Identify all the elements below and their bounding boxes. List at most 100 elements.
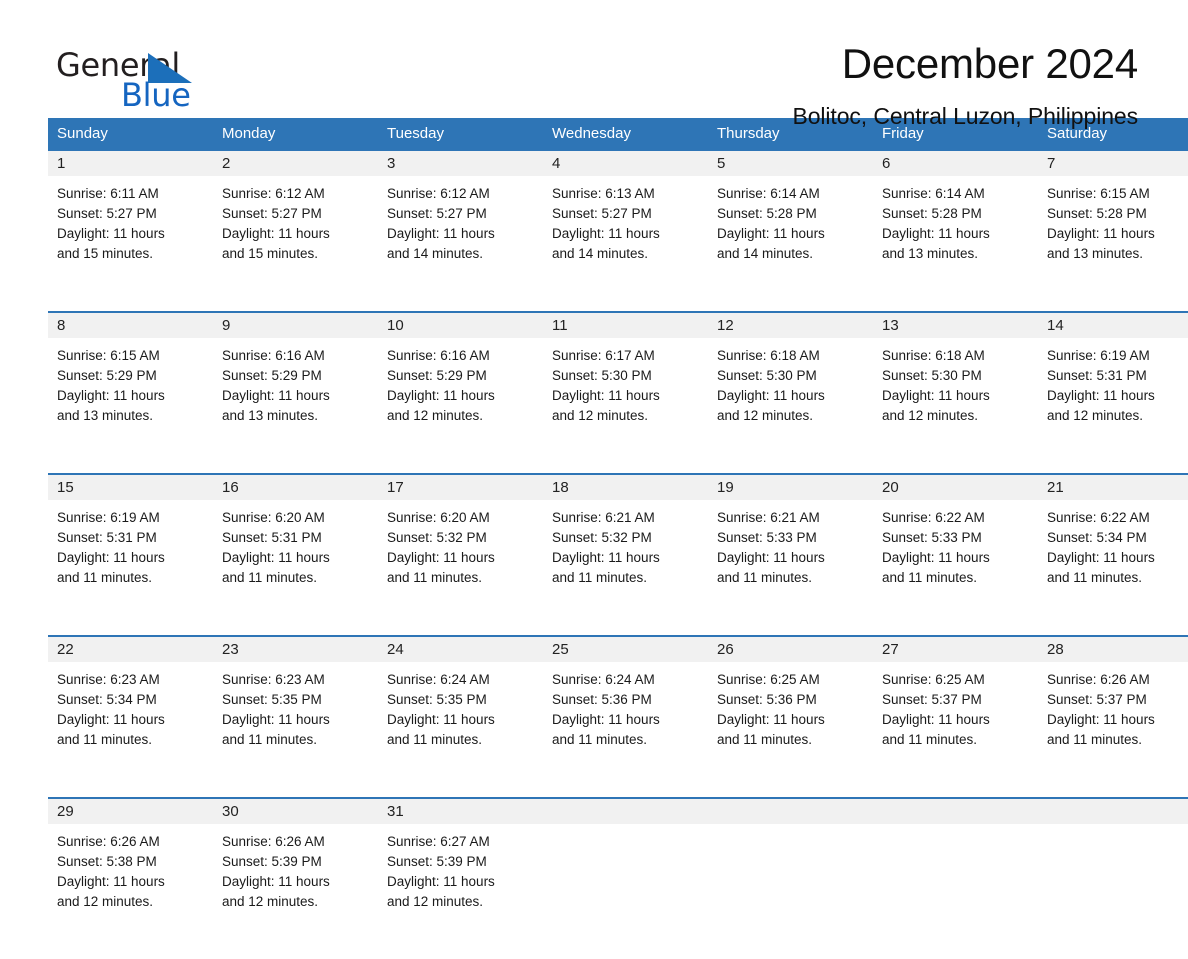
day-cell[interactable]: Sunrise: 6:19 AM Sunset: 5:31 PM Daylight:… [48, 500, 213, 636]
day-number-cell[interactable]: 12 [708, 311, 873, 338]
day-number-cell[interactable]: 2 [213, 151, 378, 176]
day-number-cell[interactable]: 6 [873, 151, 1038, 176]
daylight-text-line1: Daylight: 11 hours [57, 388, 165, 403]
day-number-cell[interactable]: 11 [543, 311, 708, 338]
daylight-text-line2: and 12 minutes. [552, 408, 649, 423]
day-cell[interactable]: Sunrise: 6:21 AM Sunset: 5:32 PM Daylight:… [543, 500, 708, 636]
day-number-cell[interactable]: 31 [378, 797, 543, 824]
day-cell[interactable]: Sunrise: 6:19 AM Sunset: 5:31 PM Daylight:… [1038, 338, 1188, 474]
sunset-text: Sunset: 5:34 PM [1047, 530, 1147, 545]
day-cell[interactable]: Sunrise: 6:18 AM Sunset: 5:30 PM Daylight:… [873, 338, 1038, 474]
day-number-cell[interactable]: 25 [543, 635, 708, 662]
empty-day-number-cell [873, 797, 1038, 824]
week-daynumber-row: 8 9 10 11 12 13 14 [48, 311, 1188, 338]
day-number-cell[interactable]: 17 [378, 473, 543, 500]
sunset-text: Sunset: 5:29 PM [387, 368, 487, 383]
day-number-cell[interactable]: 8 [48, 311, 213, 338]
day-number: 25 [552, 641, 569, 658]
day-cell[interactable]: Sunrise: 6:24 AM Sunset: 5:36 PM Daylight:… [543, 662, 708, 798]
daylight-text-line1: Daylight: 11 hours [882, 712, 990, 727]
day-cell[interactable]: Sunrise: 6:22 AM Sunset: 5:34 PM Daylight:… [1038, 500, 1188, 636]
day-number-cell[interactable]: 18 [543, 473, 708, 500]
day-number-cell[interactable]: 24 [378, 635, 543, 662]
day-number-cell[interactable]: 29 [48, 797, 213, 824]
day-number-cell[interactable]: 20 [873, 473, 1038, 500]
daylight-text-line2: and 11 minutes. [552, 570, 648, 585]
daylight-text-line1: Daylight: 11 hours [387, 550, 495, 565]
day-cell[interactable]: Sunrise: 6:13 AM Sunset: 5:27 PM Daylight:… [543, 176, 708, 312]
daylight-text-line2: and 11 minutes. [222, 732, 318, 747]
day-cell[interactable]: Sunrise: 6:16 AM Sunset: 5:29 PM Daylight:… [378, 338, 543, 474]
daylight-text-line1: Daylight: 11 hours [717, 226, 825, 241]
daylight-text-line1: Daylight: 11 hours [387, 712, 495, 727]
day-number-cell[interactable]: 10 [378, 311, 543, 338]
day-cell[interactable]: Sunrise: 6:12 AM Sunset: 5:27 PM Daylight:… [378, 176, 543, 312]
day-details: Sunrise: 6:12 AM Sunset: 5:27 PM Daylight:… [378, 176, 543, 264]
daylight-text-line1: Daylight: 11 hours [222, 712, 330, 727]
sunrise-text: Sunrise: 6:23 AM [57, 672, 160, 687]
day-cell[interactable]: Sunrise: 6:25 AM Sunset: 5:37 PM Daylight:… [873, 662, 1038, 798]
day-cell[interactable]: Sunrise: 6:24 AM Sunset: 5:35 PM Daylight:… [378, 662, 543, 798]
empty-day-number-cell [543, 797, 708, 824]
daylight-text-line2: and 14 minutes. [387, 246, 484, 261]
day-details: Sunrise: 6:25 AM Sunset: 5:37 PM Daylight:… [873, 662, 1038, 750]
day-number-cell[interactable]: 28 [1038, 635, 1188, 662]
sunrise-text: Sunrise: 6:20 AM [387, 510, 490, 525]
day-details: Sunrise: 6:22 AM Sunset: 5:34 PM Daylight:… [1038, 500, 1188, 588]
day-number-cell[interactable]: 22 [48, 635, 213, 662]
day-details: Sunrise: 6:26 AM Sunset: 5:39 PM Daylight:… [213, 824, 378, 912]
day-number: 11 [552, 317, 568, 334]
day-number-cell[interactable]: 3 [378, 151, 543, 176]
day-number-cell[interactable]: 14 [1038, 311, 1188, 338]
daylight-text-line1: Daylight: 11 hours [552, 226, 660, 241]
day-number-cell[interactable]: 13 [873, 311, 1038, 338]
day-cell[interactable]: Sunrise: 6:20 AM Sunset: 5:32 PM Daylight:… [378, 500, 543, 636]
day-cell[interactable]: Sunrise: 6:27 AM Sunset: 5:39 PM Daylight:… [378, 824, 543, 959]
day-number-cell[interactable]: 19 [708, 473, 873, 500]
day-number: 4 [552, 155, 561, 172]
day-cell[interactable]: Sunrise: 6:14 AM Sunset: 5:28 PM Daylight:… [708, 176, 873, 312]
day-cell[interactable]: Sunrise: 6:20 AM Sunset: 5:31 PM Daylight:… [213, 500, 378, 636]
day-number-cell[interactable]: 4 [543, 151, 708, 176]
calendar-body: 1 2 3 4 5 6 7 Sunrise: 6:11 AM Sunset: 5:27 PM Da… [48, 151, 1188, 959]
daylight-text-line2: and 11 minutes. [717, 570, 813, 585]
day-cell[interactable]: Sunrise: 6:12 AM Sunset: 5:27 PM Daylight:… [213, 176, 378, 312]
day-number-cell[interactable]: 1 [48, 151, 213, 176]
day-number-cell[interactable]: 5 [708, 151, 873, 176]
day-cell[interactable]: Sunrise: 6:15 AM Sunset: 5:28 PM Daylight:… [1038, 176, 1188, 312]
daylight-text-line2: and 13 minutes. [57, 408, 154, 423]
sunset-text: Sunset: 5:28 PM [717, 206, 817, 221]
day-number-cell[interactable]: 7 [1038, 151, 1188, 176]
day-number-cell[interactable]: 15 [48, 473, 213, 500]
day-cell[interactable]: Sunrise: 6:21 AM Sunset: 5:33 PM Daylight:… [708, 500, 873, 636]
day-number-cell[interactable]: 30 [213, 797, 378, 824]
day-number: 18 [552, 479, 569, 496]
day-cell[interactable]: Sunrise: 6:26 AM Sunset: 5:37 PM Daylight:… [1038, 662, 1188, 798]
day-cell[interactable]: Sunrise: 6:26 AM Sunset: 5:38 PM Daylight:… [48, 824, 213, 959]
page-header: General Blue December 2024 Bolitoc, Cent… [48, 0, 1140, 129]
day-number-cell[interactable]: 26 [708, 635, 873, 662]
day-cell[interactable]: Sunrise: 6:23 AM Sunset: 5:34 PM Daylight:… [48, 662, 213, 798]
day-cell[interactable]: Sunrise: 6:16 AM Sunset: 5:29 PM Daylight:… [213, 338, 378, 474]
day-number: 12 [717, 317, 734, 334]
day-cell[interactable]: Sunrise: 6:26 AM Sunset: 5:39 PM Daylight:… [213, 824, 378, 959]
daylight-text-line1: Daylight: 11 hours [552, 712, 660, 727]
day-cell[interactable]: Sunrise: 6:18 AM Sunset: 5:30 PM Daylight:… [708, 338, 873, 474]
day-number-cell[interactable]: 23 [213, 635, 378, 662]
day-cell[interactable]: Sunrise: 6:23 AM Sunset: 5:35 PM Daylight:… [213, 662, 378, 798]
day-number-cell[interactable]: 27 [873, 635, 1038, 662]
day-cell[interactable]: Sunrise: 6:22 AM Sunset: 5:33 PM Daylight:… [873, 500, 1038, 636]
day-number: 2 [222, 155, 231, 172]
day-number-cell[interactable]: 9 [213, 311, 378, 338]
day-cell[interactable]: Sunrise: 6:14 AM Sunset: 5:28 PM Daylight:… [873, 176, 1038, 312]
day-details: Sunrise: 6:21 AM Sunset: 5:33 PM Daylight:… [708, 500, 873, 588]
day-cell[interactable]: Sunrise: 6:15 AM Sunset: 5:29 PM Daylight:… [48, 338, 213, 474]
day-cell[interactable]: Sunrise: 6:17 AM Sunset: 5:30 PM Daylight:… [543, 338, 708, 474]
sunrise-text: Sunrise: 6:14 AM [717, 186, 820, 201]
day-cell[interactable]: Sunrise: 6:11 AM Sunset: 5:27 PM Daylight:… [48, 176, 213, 312]
sunrise-text: Sunrise: 6:24 AM [387, 672, 490, 687]
day-number-cell[interactable]: 21 [1038, 473, 1188, 500]
sunset-text: Sunset: 5:37 PM [1047, 692, 1147, 707]
day-cell[interactable]: Sunrise: 6:25 AM Sunset: 5:36 PM Daylight:… [708, 662, 873, 798]
day-number-cell[interactable]: 16 [213, 473, 378, 500]
